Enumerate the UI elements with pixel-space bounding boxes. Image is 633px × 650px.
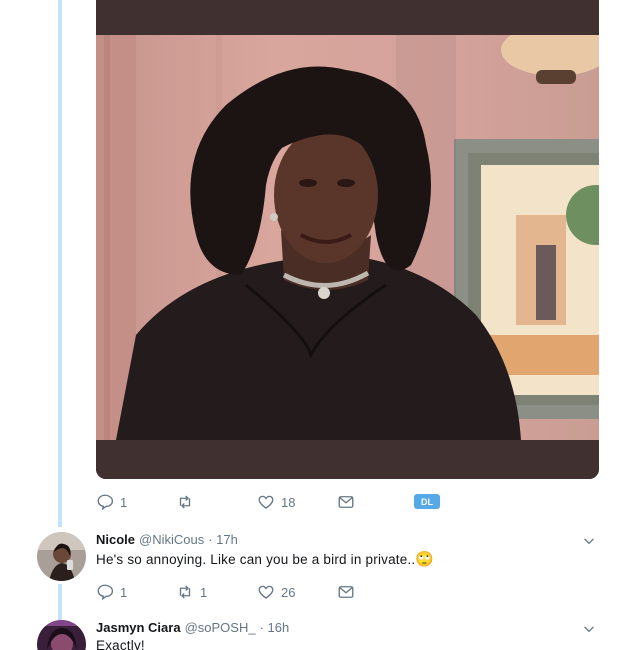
download-extension-button[interactable]: DL (414, 494, 440, 509)
display-name[interactable]: Jasmyn Ciara (96, 620, 181, 635)
eye-roll-emoji: 🙄 (415, 551, 435, 568)
reply-button[interactable]: 1 (96, 492, 127, 512)
like-button[interactable]: 18 (257, 492, 295, 512)
chevron-down-icon[interactable] (582, 622, 596, 636)
reply-tweet[interactable]: Nicole @NikiCous · 17h He's so annoying.… (0, 526, 633, 606)
timeline: 1 18 DL Nicole @NikiCous · 17h He's so a… (0, 0, 633, 650)
reply-header: Nicole @NikiCous · 17h (96, 532, 238, 547)
envelope-icon (338, 496, 354, 508)
reply-text: He's so annoying. Like can you be a bird… (96, 550, 434, 568)
reply-icon (97, 584, 114, 601)
direct-message-button[interactable] (337, 582, 355, 602)
timestamp[interactable]: · 16h (260, 620, 290, 635)
tweet-action-bar: 1 18 DL (96, 492, 456, 512)
chevron-down-icon[interactable] (582, 534, 596, 548)
like-button[interactable]: 26 (257, 582, 295, 602)
like-count: 18 (281, 494, 296, 510)
heart-icon (258, 495, 274, 509)
avatar[interactable] (37, 532, 86, 581)
envelope-icon (338, 586, 354, 598)
avatar[interactable] (37, 620, 86, 650)
reply-button[interactable]: 1 (96, 582, 127, 602)
retweet-button[interactable] (176, 492, 200, 512)
thread-connector (58, 0, 62, 527)
tweet-media-image[interactable] (96, 0, 599, 479)
reply-text: Exactly! (96, 638, 145, 650)
reply-count: 1 (120, 584, 128, 600)
direct-message-button[interactable] (337, 492, 355, 512)
user-handle[interactable]: @NikiCous (139, 532, 204, 547)
retweet-count: 1 (200, 584, 208, 600)
reply-count: 1 (120, 494, 128, 510)
media-illustration (96, 35, 599, 440)
display-name[interactable]: Nicole (96, 532, 135, 547)
reply-body: He's so annoying. Like can you be a bird… (96, 552, 416, 567)
reply-icon (97, 494, 114, 511)
retweet-icon (179, 585, 191, 599)
reply-header: Jasmyn Ciara @soPOSH_ · 16h (96, 620, 289, 635)
media-letterbox-top (96, 0, 599, 35)
like-count: 26 (281, 584, 296, 600)
user-handle[interactable]: @soPOSH_ (185, 620, 256, 635)
retweet-button[interactable]: 1 (176, 582, 207, 602)
reply-action-bar: 1 1 26 (96, 582, 396, 602)
media-scene (96, 35, 599, 440)
retweet-icon (179, 495, 191, 509)
heart-icon (258, 585, 274, 599)
timestamp[interactable]: · 17h (208, 532, 238, 547)
reply-tweet[interactable]: Jasmyn Ciara @soPOSH_ · 16h Exactly! (0, 614, 633, 650)
media-letterbox-bottom (96, 440, 599, 479)
